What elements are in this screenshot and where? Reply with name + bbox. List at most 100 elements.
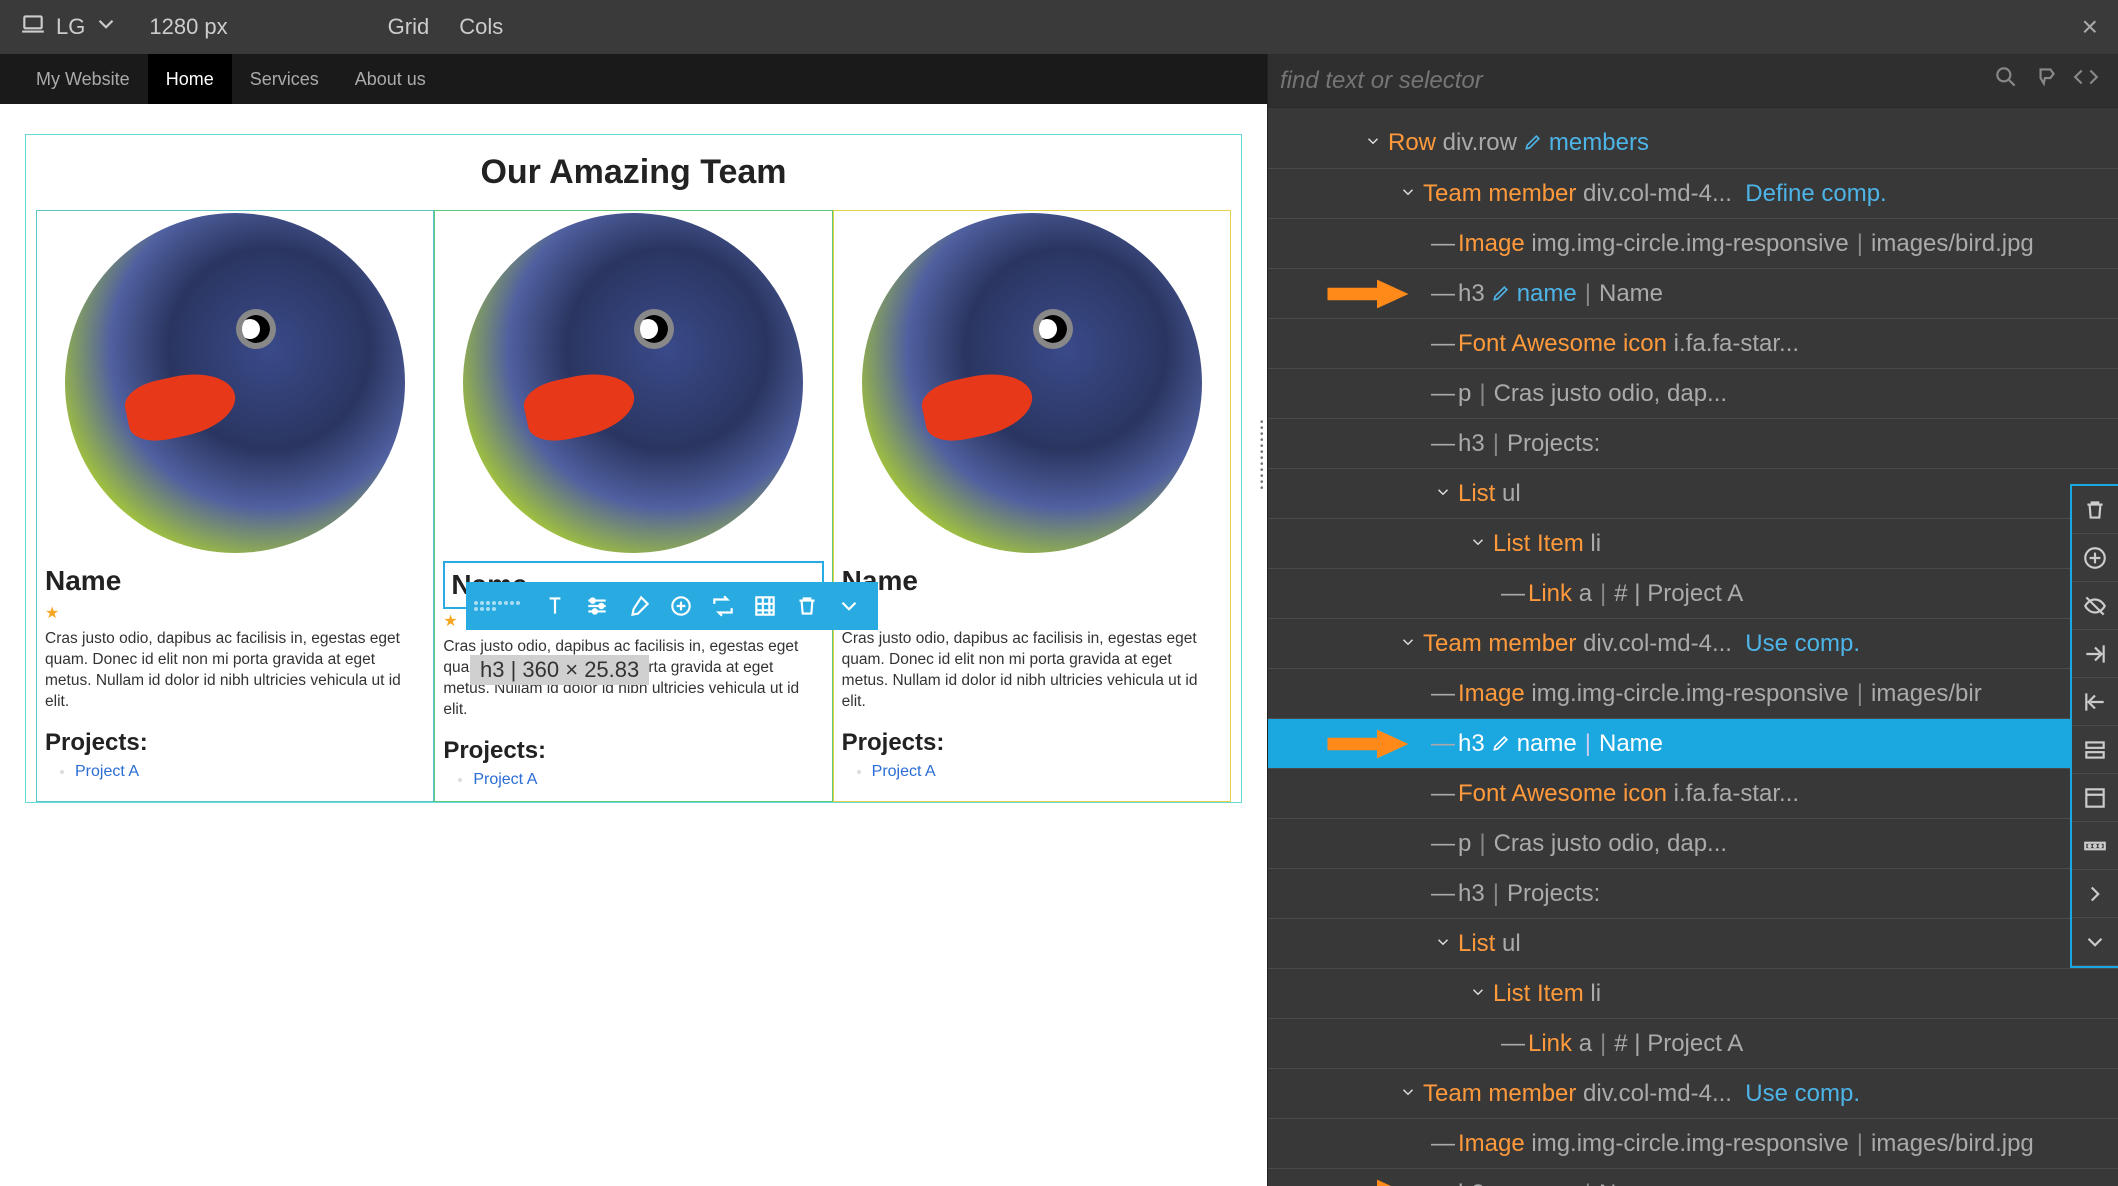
tree-row[interactable]: —Image img.img-circle.img-responsive|ima… <box>1268 218 2118 268</box>
cols-toggle[interactable]: Cols <box>459 14 503 40</box>
add-circle-icon[interactable] <box>2072 534 2118 582</box>
drag-handle-icon[interactable] <box>474 601 534 611</box>
nav-brand[interactable]: My Website <box>18 54 148 104</box>
tree-row[interactable]: List Item li <box>1268 518 2118 568</box>
code-icon[interactable] <box>2066 64 2106 97</box>
project-link[interactable]: Project A <box>473 771 537 788</box>
node-content: Cras justo odio, dap... <box>1494 378 1727 409</box>
pencil-icon[interactable] <box>1491 728 1511 759</box>
collapse-toggle[interactable] <box>1358 127 1388 158</box>
avatar-image[interactable] <box>463 213 803 553</box>
tree-row[interactable]: —Font Awesome icon i.fa.fa-star... <box>1268 768 2118 818</box>
project-link[interactable]: Project A <box>75 763 139 780</box>
search-icon[interactable] <box>1986 64 2026 97</box>
projects-heading[interactable]: Projects: <box>842 723 1222 763</box>
project-link[interactable]: Project A <box>872 763 936 780</box>
rows-icon[interactable] <box>2072 726 2118 774</box>
indent-left-icon[interactable] <box>2072 678 2118 726</box>
nav-home[interactable]: Home <box>148 54 232 104</box>
collapse-toggle[interactable] <box>1428 478 1458 509</box>
member-name[interactable]: Name <box>45 555 425 601</box>
avatar-image[interactable] <box>65 213 405 553</box>
chevron-right-icon[interactable] <box>2072 870 2118 918</box>
team-section[interactable]: Our Amazing Team Name ★ Cras justo odio,… <box>25 134 1242 803</box>
tree-row[interactable]: List ul <box>1268 468 2118 518</box>
tree-row[interactable]: List Item li <box>1268 968 2118 1018</box>
device-label[interactable]: LG <box>56 14 85 40</box>
tree-row[interactable]: —Link a|# | Project A <box>1268 568 2118 618</box>
pencil-icon[interactable] <box>1491 278 1511 309</box>
projects-heading[interactable]: Projects: <box>443 731 823 771</box>
member-name[interactable]: Name <box>842 555 1222 601</box>
tree-row[interactable]: —h3|Projects: <box>1268 868 2118 918</box>
thumbs-down-icon[interactable] <box>2026 64 2066 97</box>
edit-text-icon[interactable] <box>534 586 576 626</box>
chevron-down-icon[interactable] <box>2072 918 2118 966</box>
node-link[interactable]: name <box>1517 728 1577 759</box>
node-link[interactable]: Use comp. <box>1732 1078 1860 1109</box>
layout-icon[interactable] <box>2072 774 2118 822</box>
collapse-toggle[interactable] <box>1393 1078 1423 1109</box>
team-member-3[interactable]: Name ★ Cras justo odio, dapibus ac facil… <box>833 210 1231 802</box>
node-label: Image <box>1458 1128 1525 1159</box>
pane-resize-handle[interactable]: • • •• • •• • •• • • <box>1260 420 1272 492</box>
tree-row[interactable]: Team member div.col-md-4... Define comp. <box>1268 168 2118 218</box>
node-link[interactable]: Use comp. <box>1732 628 1860 659</box>
member-desc[interactable]: Cras justo odio, dapibus ac facilisis in… <box>842 625 1222 723</box>
tree-row[interactable]: —h3|Projects: <box>1268 418 2118 468</box>
collapse-toggle[interactable] <box>1463 978 1493 1009</box>
team-member-2[interactable]: Name ★ Cras justo odio, dapibus ac facil… <box>434 210 832 802</box>
grid-icon[interactable] <box>744 586 786 626</box>
tree-row[interactable]: —p|Cras justo odio, dap... <box>1268 818 2118 868</box>
canvas[interactable]: Our Amazing Team Name ★ Cras justo odio,… <box>0 104 1267 1186</box>
member-desc[interactable]: Cras justo odio, dapibus ac facilisis in… <box>45 625 425 723</box>
node-link[interactable]: Define comp. <box>1732 178 1887 209</box>
trash-icon[interactable] <box>786 586 828 626</box>
tree-row[interactable]: —h3name|Name <box>1268 268 2118 318</box>
close-icon[interactable]: × <box>2082 11 2098 43</box>
eye-off-icon[interactable] <box>2072 582 2118 630</box>
node-selector: ul <box>1495 928 1520 959</box>
grid-toggle[interactable]: Grid <box>388 14 430 40</box>
nav-about[interactable]: About us <box>337 54 444 104</box>
tree-row[interactable]: —Link a|# | Project A <box>1268 1018 2118 1068</box>
collapse-toggle[interactable] <box>1463 528 1493 559</box>
tree-row[interactable]: Team member div.col-md-4... Use comp. <box>1268 1068 2118 1118</box>
dots-icon[interactable] <box>2072 822 2118 870</box>
collapse-toggle[interactable] <box>1428 928 1458 959</box>
tree-row[interactable]: —h3name|Name <box>1268 1168 2118 1186</box>
projects-heading[interactable]: Projects: <box>45 723 425 763</box>
pencil-icon[interactable] <box>1523 127 1543 158</box>
dom-tree[interactable]: Row div.rowmembersTeam member div.col-md… <box>1268 108 2118 1186</box>
tree-row[interactable]: Row div.rowmembers <box>1268 118 2118 168</box>
tree-row[interactable]: —Image img.img-circle.img-responsive|ima… <box>1268 668 2118 718</box>
trash-icon[interactable] <box>2072 486 2118 534</box>
tree-row[interactable]: Team member div.col-md-4... Use comp. <box>1268 618 2118 668</box>
pencil-icon[interactable] <box>1491 1178 1511 1186</box>
tree-row[interactable]: —h3name|Name <box>1268 718 2118 768</box>
chevron-down-icon[interactable] <box>828 586 870 626</box>
section-title[interactable]: Our Amazing Team <box>36 145 1231 210</box>
tree-row[interactable]: List ul <box>1268 918 2118 968</box>
indent-right-icon[interactable] <box>2072 630 2118 678</box>
repeat-icon[interactable] <box>702 586 744 626</box>
search-input[interactable] <box>1280 67 1986 95</box>
tree-row[interactable]: —Font Awesome icon i.fa.fa-star... <box>1268 318 2118 368</box>
node-link[interactable]: members <box>1549 127 1649 158</box>
chevron-down-icon[interactable] <box>93 11 119 43</box>
collapse-toggle[interactable] <box>1393 628 1423 659</box>
leaf-indicator: — <box>1428 278 1458 309</box>
settings-sliders-icon[interactable] <box>576 586 618 626</box>
element-toolbar[interactable] <box>466 582 878 630</box>
avatar-image[interactable] <box>862 213 1202 553</box>
team-member-1[interactable]: Name ★ Cras justo odio, dapibus ac facil… <box>36 210 434 802</box>
node-link[interactable]: name <box>1517 278 1577 309</box>
tree-row[interactable]: —Image img.img-circle.img-responsive|ima… <box>1268 1118 2118 1168</box>
brush-icon[interactable] <box>618 586 660 626</box>
node-link[interactable]: name <box>1517 1178 1577 1186</box>
projects-list: Project A <box>45 763 425 781</box>
tree-row[interactable]: —p|Cras justo odio, dap... <box>1268 368 2118 418</box>
collapse-toggle[interactable] <box>1393 178 1423 209</box>
target-plus-icon[interactable] <box>660 586 702 626</box>
nav-services[interactable]: Services <box>232 54 337 104</box>
